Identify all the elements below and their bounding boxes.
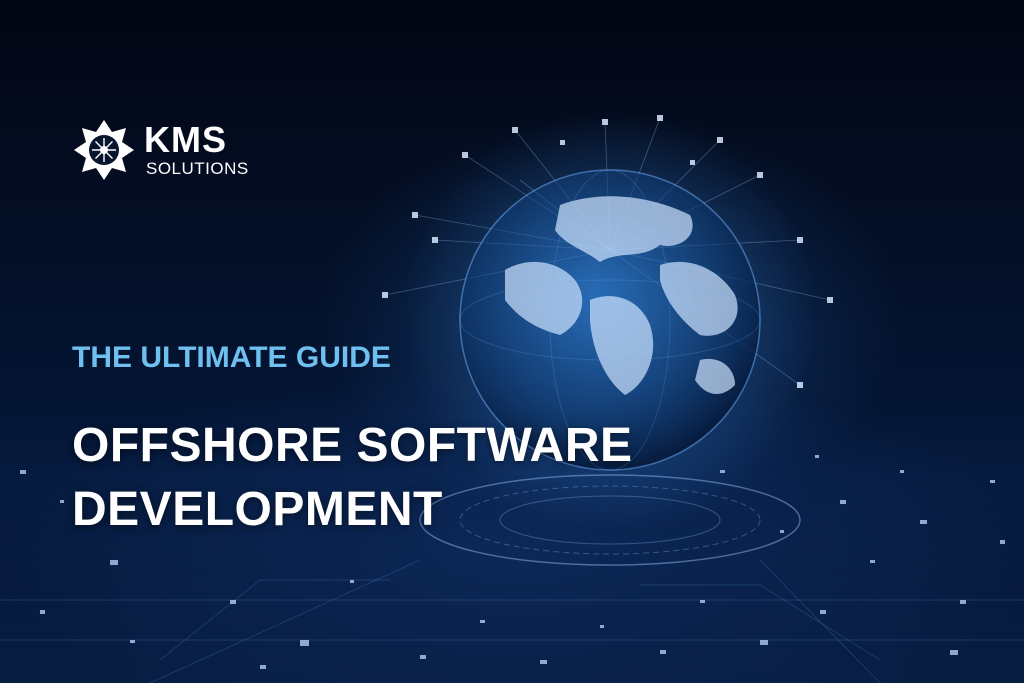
- hero-headline: OFFSHORE SOFTWARE DEVELOPMENT: [72, 419, 633, 536]
- hero-subtitle: THE ULTIMATE GUIDE: [72, 341, 391, 374]
- kms-logo-icon: [74, 120, 134, 180]
- hero-banner: KMS SOLUTIONS THE ULTIMATE GUIDE OFFSHOR…: [0, 0, 1024, 683]
- kms-logo[interactable]: KMS SOLUTIONS: [72, 118, 262, 186]
- logo-subtext: SOLUTIONS: [146, 159, 249, 178]
- logo-wordmark: KMS: [144, 119, 227, 160]
